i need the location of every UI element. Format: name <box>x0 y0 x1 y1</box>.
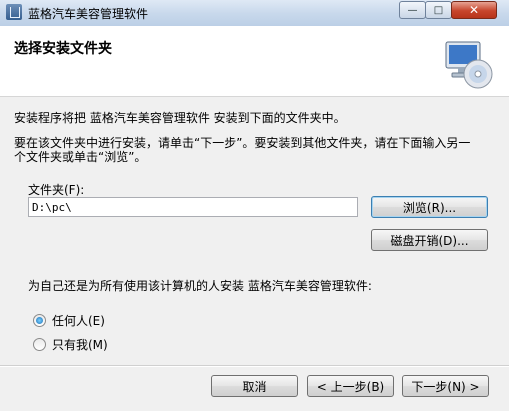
app-icon <box>6 4 22 20</box>
radio-unselected-icon[interactable] <box>33 338 46 351</box>
radio-just-me[interactable]: 只有我(M) <box>33 336 108 353</box>
window-title: 蓝格汽车美容管理软件 <box>28 7 149 21</box>
cancel-button[interactable]: 取消 <box>211 375 298 397</box>
wizard-header: 选择安装文件夹 <box>0 26 509 97</box>
browse-button[interactable]: 浏览(R)... <box>371 196 488 218</box>
radio-selected-icon[interactable] <box>33 314 46 327</box>
intro-text: 安装程序将把 蓝格汽车美容管理软件 安装到下面的文件夹中。 <box>14 111 346 125</box>
radio-just-me-label: 只有我(M) <box>52 338 108 352</box>
cd-install-icon <box>445 41 493 89</box>
disk-cost-button[interactable]: 磁盘开销(D)... <box>371 229 488 251</box>
folder-path-input[interactable] <box>28 197 358 217</box>
folder-label: 文件夹(F): <box>28 183 85 197</box>
install-scope-question: 为自己还是为所有使用该计算机的人安装 蓝格汽车美容管理软件: <box>28 279 372 293</box>
footer-divider <box>0 365 509 367</box>
radio-everyone-label: 任何人(E) <box>52 314 105 328</box>
minimize-button[interactable]: — <box>399 1 426 19</box>
close-button[interactable]: ✕ <box>451 1 497 19</box>
next-button[interactable]: 下一步(N) > <box>402 375 489 397</box>
radio-everyone[interactable]: 任何人(E) <box>33 312 105 329</box>
title-bar: 蓝格汽车美容管理软件 — □ ✕ <box>0 0 509 27</box>
maximize-button[interactable]: □ <box>425 1 452 19</box>
instruction-text-line2: 个文件夹或单击“浏览”。 <box>14 150 147 164</box>
back-button[interactable]: < 上一步(B) <box>307 375 394 397</box>
page-title: 选择安装文件夹 <box>14 41 112 57</box>
